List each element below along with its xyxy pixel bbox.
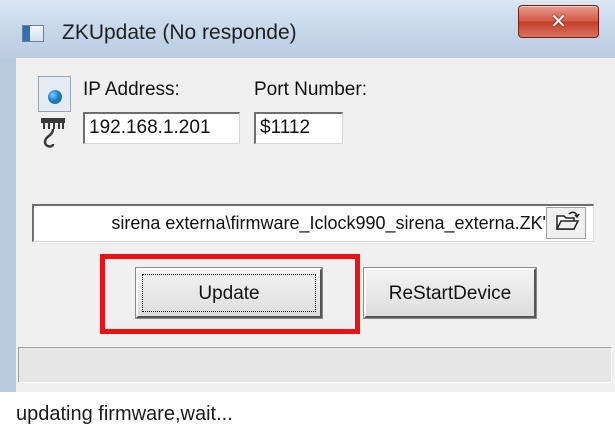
app-icon (22, 25, 44, 42)
network-cable-icon (41, 118, 65, 148)
progress-bar (18, 347, 612, 383)
firmware-path-text: sirena externa\firmware_Iclock990_sirena… (111, 213, 549, 233)
ip-address-label: IP Address: (83, 79, 180, 100)
restart-device-button[interactable]: ReStartDevice (363, 267, 537, 319)
restart-device-button-label: ReStartDevice (388, 283, 512, 304)
port-number-label: Port Number: (254, 79, 367, 100)
ip-address-field[interactable]: 192.168.1.201 (83, 112, 240, 144)
port-number-field[interactable]: $1112 (254, 112, 343, 144)
highlight-annotation (100, 254, 360, 334)
close-button[interactable]: ✕ (518, 5, 599, 38)
window-title: ZKUpdate (No responde) (62, 21, 297, 44)
close-icon: ✕ (550, 9, 567, 33)
browse-button[interactable] (546, 207, 586, 239)
globe-icon (38, 76, 71, 112)
firmware-path-field[interactable]: sirena externa\firmware_Iclock990_sirena… (32, 204, 594, 242)
title-bar[interactable]: ZKUpdate (No responde) ✕ (0, 0, 615, 58)
status-message: updating firmware,wait... (16, 403, 233, 425)
folder-open-icon (555, 211, 580, 230)
